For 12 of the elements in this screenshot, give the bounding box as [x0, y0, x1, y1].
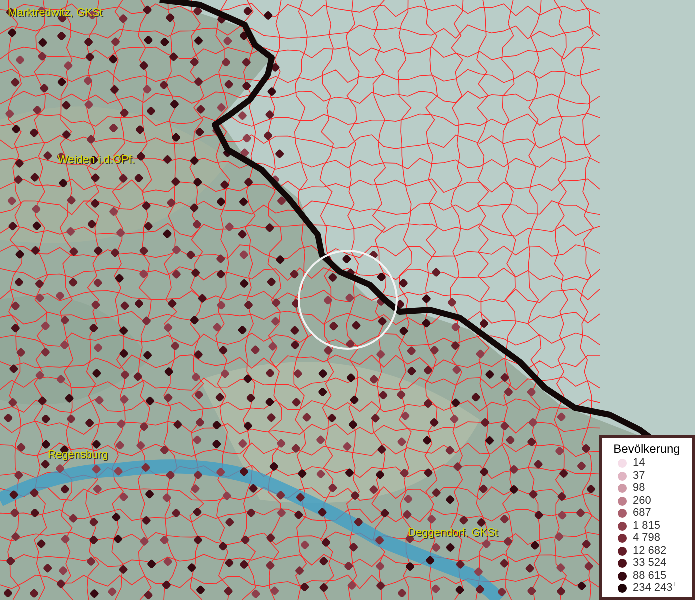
legend-label: 687: [633, 508, 652, 520]
legend-label: 14: [633, 458, 646, 470]
legend-label: 33 524: [633, 558, 667, 570]
legend-label: 234 243$^{+}$: [633, 583, 678, 594]
legend-title: Bevölkerung: [612, 442, 682, 456]
legend-label: 1 815: [633, 520, 661, 532]
legend-label: 12 682: [633, 546, 667, 557]
legend-label: 98: [633, 483, 646, 494]
legend-label: 88 615: [633, 570, 667, 582]
legend-label: 260: [633, 496, 652, 507]
legend-label: 37: [633, 470, 646, 482]
legend-label: 4 798: [633, 533, 661, 544]
